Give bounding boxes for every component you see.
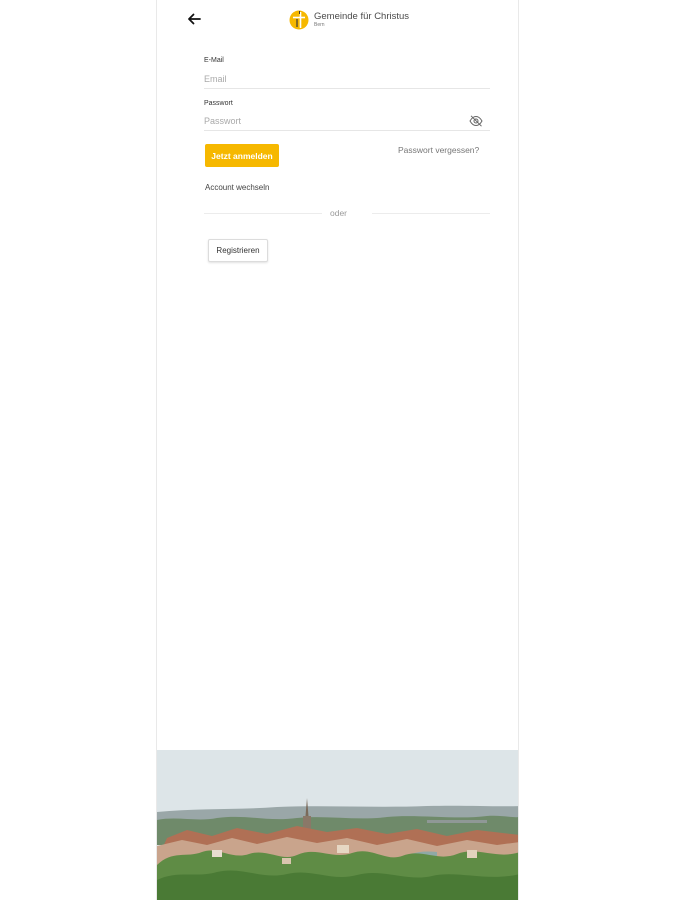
arrow-left-icon (188, 13, 201, 25)
email-field[interactable] (204, 70, 490, 89)
password-field[interactable] (204, 112, 490, 131)
switch-account-link[interactable]: Account wechseln (205, 183, 269, 192)
eye-off-icon (469, 115, 483, 127)
logo-name: Gemeinde für Christus (314, 11, 410, 23)
password-label: Passwort (204, 100, 233, 107)
toggle-password-visibility[interactable] (469, 114, 483, 127)
city-panorama-illustration (157, 750, 518, 900)
church-logo: Gemeinde für Christus Bern (289, 9, 409, 31)
logo-subtitle: Bern (314, 21, 325, 28)
divider-right (372, 213, 490, 214)
forgot-password-link[interactable]: Passwort vergessen? (398, 145, 479, 155)
register-button[interactable]: Registrieren (208, 239, 268, 262)
cross-logo-icon (289, 10, 309, 30)
city-panorama-image (157, 750, 518, 900)
back-button[interactable] (185, 10, 203, 28)
page-background: Gemeinde für Christus Bern E-Mail Passwo… (0, 0, 675, 900)
login-screen: Gemeinde für Christus Bern E-Mail Passwo… (156, 0, 519, 900)
email-label: E-Mail (204, 57, 224, 64)
login-button[interactable]: Jetzt anmelden (205, 144, 279, 167)
